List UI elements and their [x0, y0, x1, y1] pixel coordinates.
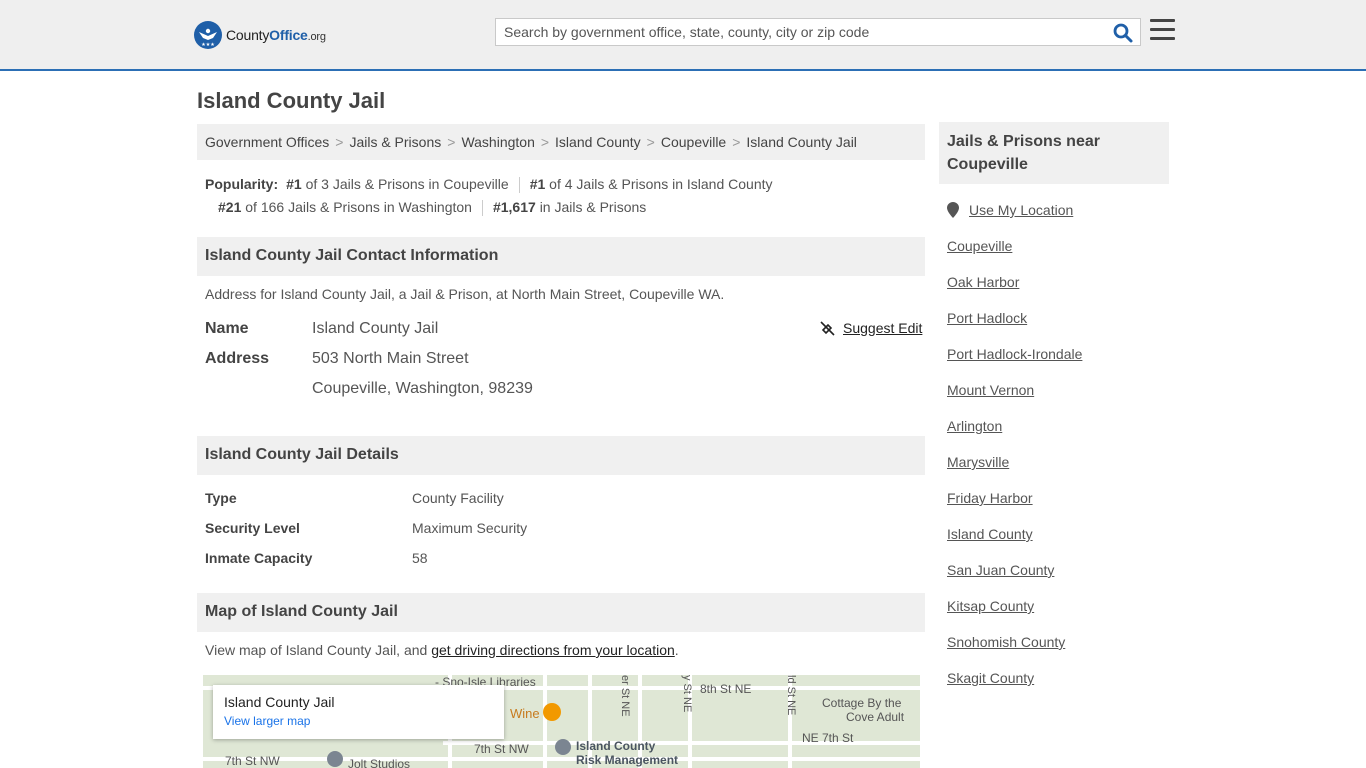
breadcrumb: Government Offices > Jails & Prisons > Washi… — [197, 124, 925, 160]
sidebar-link-skagit-county[interactable]: Skagit County — [947, 670, 1034, 686]
map-info-card: Island County Jail View larger map — [213, 685, 504, 739]
type-value: County Facility — [412, 490, 504, 506]
breadcrumb-jails-prisons[interactable]: Jails & Prisons — [349, 134, 441, 150]
map-description: View map of Island County Jail, and get … — [205, 642, 679, 658]
breadcrumb-government-offices[interactable]: Government Offices — [205, 134, 329, 150]
contact-heading: Island County Jail Contact Information — [197, 237, 925, 276]
chevron-right-icon: > — [540, 134, 550, 150]
map-label-cottage-2: Cove Adult — [846, 710, 905, 724]
map-label-st-ne-1: er St NE — [619, 675, 631, 717]
top-header: ★★★ CountyOffice.org — [0, 0, 1366, 71]
sidebar-link-snohomish-county[interactable]: Snohomish County — [947, 634, 1065, 650]
svg-text:★★★: ★★★ — [201, 42, 215, 48]
map-label-wine: Wine — [510, 706, 540, 721]
details-heading: Island County Jail Details — [197, 436, 925, 475]
poi-pin-icon — [327, 751, 343, 767]
inmate-capacity-value: 58 — [412, 550, 428, 566]
chevron-right-icon: > — [335, 134, 344, 150]
breadcrumb-coupeville[interactable]: Coupeville — [661, 134, 726, 150]
sidebar-link-friday-harbor[interactable]: Friday Harbor — [947, 490, 1033, 506]
map-label-risk-2: Risk Management — [576, 753, 679, 767]
security-level-value: Maximum Security — [412, 520, 528, 536]
countyoffice-logo[interactable]: ★★★ CountyOffice.org — [194, 20, 326, 50]
map-heading: Map of Island County Jail — [197, 593, 925, 632]
popularity-block: Popularity: #1 of 3 Jails & Prisons in Co… — [205, 173, 925, 219]
map-label-ne-7th: NE 7th St — [802, 731, 854, 745]
sidebar-link-oak-harbor[interactable]: Oak Harbor — [947, 274, 1019, 290]
sidebar-heading: Jails & Prisons near Coupeville — [939, 122, 1169, 184]
view-larger-map-link[interactable]: View larger map — [224, 714, 493, 728]
popularity-item: #1 of 4 Jails & Prisons in Island County — [529, 176, 773, 192]
map-label-risk-1: Island County — [576, 739, 656, 753]
breadcrumb-island-county[interactable]: Island County — [555, 134, 641, 150]
breadcrumb-washington[interactable]: Washington — [461, 134, 534, 150]
page-title: Island County Jail — [197, 88, 386, 113]
hamburger-menu-icon[interactable] — [1150, 19, 1175, 41]
sidebar-link-coupeville[interactable]: Coupeville — [947, 238, 1012, 254]
inmate-capacity-label: Inmate Capacity — [205, 550, 313, 566]
chevron-right-icon: > — [447, 134, 456, 150]
map-label-7th-nw-2: 7th St NW — [225, 754, 280, 768]
sidebar-link-arlington[interactable]: Arlington — [947, 418, 1002, 434]
map-label-st-ne-2: y St NE — [681, 675, 693, 713]
embedded-map[interactable]: - Sno-Isle Libraries Wine 8th St NE Cott… — [203, 675, 920, 768]
location-pin-icon — [947, 202, 959, 218]
use-my-location-link[interactable]: Use My Location — [947, 202, 1073, 218]
breadcrumb-current[interactable]: Island County Jail — [746, 134, 857, 150]
popularity-item: #1 of 3 Jails & Prisons in Coupeville — [286, 176, 509, 192]
sidebar-link-island-county[interactable]: Island County — [947, 526, 1033, 542]
sidebar-link-kitsap-county[interactable]: Kitsap County — [947, 598, 1034, 614]
map-label-st-ne-3: ld St NE — [785, 675, 797, 716]
edit-icon — [820, 320, 835, 336]
address-line2: Coupeville, Washington, 98239 — [312, 380, 533, 397]
sidebar-link-mount-vernon[interactable]: Mount Vernon — [947, 382, 1034, 398]
chevron-right-icon: > — [732, 134, 741, 150]
security-level-label: Security Level — [205, 520, 300, 536]
driving-directions-link[interactable]: get driving directions from your locatio… — [431, 642, 675, 658]
search-bar — [495, 18, 1141, 46]
type-label: Type — [205, 490, 237, 506]
sidebar-link-san-juan-county[interactable]: San Juan County — [947, 562, 1054, 578]
popularity-item: #1,617 in Jails & Prisons — [492, 199, 647, 215]
logo-wordmark: CountyOffice.org — [226, 27, 326, 43]
map-label-8th-st: 8th St NE — [700, 682, 752, 696]
address-line1: 503 North Main Street — [312, 350, 469, 367]
popularity-label: Popularity: — [205, 176, 279, 192]
sidebar-link-port-hadlock-irondale[interactable]: Port Hadlock-Irondale — [947, 346, 1082, 362]
name-label: Name — [205, 320, 249, 337]
search-input[interactable] — [496, 19, 1096, 45]
address-label: Address — [205, 350, 270, 367]
map-label-cottage-1: Cottage By the — [822, 696, 902, 710]
sidebar-link-port-hadlock[interactable]: Port Hadlock — [947, 310, 1027, 326]
eagle-seal-icon: ★★★ — [194, 21, 222, 49]
sidebar-link-marysville[interactable]: Marysville — [947, 454, 1009, 470]
restaurant-pin-icon — [543, 703, 561, 721]
suggest-edit-link[interactable]: Suggest Edit — [820, 320, 922, 336]
contact-description: Address for Island County Jail, a Jail &… — [205, 286, 725, 302]
government-pin-icon — [555, 739, 571, 755]
map-label-jolt: Jolt Studios — [348, 757, 411, 768]
map-card-title: Island County Jail — [224, 694, 335, 710]
chevron-right-icon: > — [646, 134, 655, 150]
search-icon[interactable] — [1112, 22, 1134, 44]
map-label-7th-nw: 7th St NW — [474, 742, 529, 756]
name-value: Island County Jail — [312, 320, 439, 337]
popularity-item: #21 of 166 Jails & Prisons in Washington — [218, 199, 472, 215]
